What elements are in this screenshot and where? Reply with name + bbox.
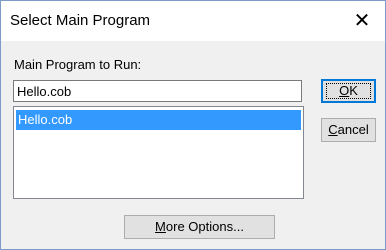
more-options-mnemonic: M — [155, 219, 166, 234]
dialog-title: Select Main Program — [10, 12, 151, 29]
list-item[interactable]: Hello.cob — [16, 110, 301, 130]
close-button[interactable]: ✕ — [339, 1, 385, 41]
main-program-label: Main Program to Run: — [14, 57, 142, 72]
program-list[interactable]: Hello.cob — [13, 106, 304, 199]
ok-button[interactable]: OK — [321, 79, 376, 103]
main-program-input[interactable]: Hello.cob — [13, 80, 302, 102]
more-options-label-rest: ore Options... — [165, 219, 244, 234]
cancel-mnemonic: C — [328, 122, 338, 137]
select-main-program-dialog: Select Main Program ✕ Main Program to Ru… — [0, 0, 386, 250]
title-bar[interactable]: Select Main Program ✕ — [1, 1, 385, 41]
focus-ring — [326, 83, 371, 99]
cancel-button[interactable]: Cancel — [321, 118, 376, 142]
close-icon: ✕ — [353, 10, 371, 32]
cancel-label-rest: ancel — [337, 122, 369, 137]
more-options-button[interactable]: More Options... — [124, 215, 275, 239]
